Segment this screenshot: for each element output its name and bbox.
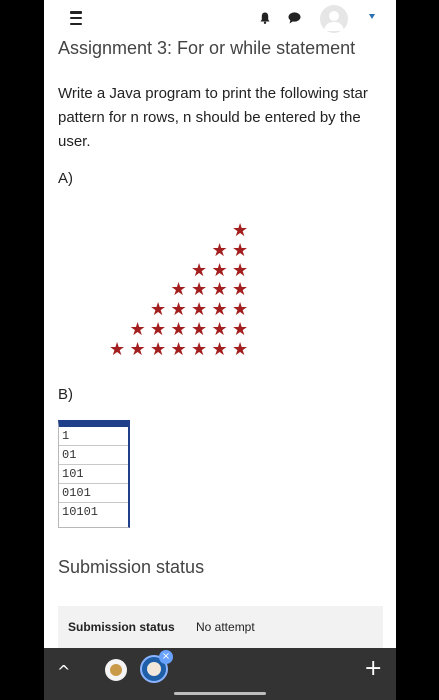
star-glyph: ★ <box>129 319 146 340</box>
star-glyph: ★ <box>232 299 249 321</box>
caret-down-icon[interactable] <box>369 14 375 19</box>
part-b-label: B) <box>58 386 73 403</box>
hamburger-icon[interactable] <box>70 11 82 25</box>
star-glyph: ★ <box>211 279 228 301</box>
star-glyph: ★ <box>170 299 187 321</box>
star-glyph: ★ <box>232 279 249 301</box>
star-glyph: ★ <box>129 338 146 360</box>
star-glyph: ★ <box>150 319 167 340</box>
star-glyph: ★ <box>191 279 208 301</box>
part-a-label: A) <box>58 170 73 187</box>
question-text: Write a Java program to print the follow… <box>58 85 368 150</box>
binary-pattern-box: 1 01 101 0101 10101 <box>58 420 130 528</box>
status-key: Submission status <box>68 620 175 634</box>
page-title: Assignment 3: For or while statement <box>58 38 356 58</box>
chevron-up-icon[interactable]: ^ <box>57 662 70 681</box>
pattern-line: 0101 <box>59 484 128 503</box>
star-glyph: ★ <box>170 279 187 301</box>
chat-bubble-icon[interactable] <box>288 12 301 24</box>
star-glyph: ★ <box>232 259 249 281</box>
top-bar <box>44 0 396 36</box>
star-glyph: ★ <box>191 259 208 281</box>
star-glyph: ★ <box>170 338 187 360</box>
avatar-icon[interactable] <box>320 5 348 33</box>
star-glyph: ★ <box>109 338 126 360</box>
bottom-nav-bar: ^ × + <box>44 648 396 700</box>
plus-icon[interactable]: + <box>364 656 382 681</box>
pattern-line: 1 <box>59 427 128 446</box>
star-glyph: ★ <box>150 299 167 321</box>
pattern-line: 10101 <box>62 505 99 519</box>
star-glyph: ★ <box>170 319 187 340</box>
active-app-icon[interactable]: × <box>140 650 173 683</box>
app-shortcut-icon[interactable] <box>105 659 127 681</box>
home-indicator[interactable] <box>174 692 266 695</box>
star-glyph: ★ <box>211 319 228 340</box>
bell-icon[interactable] <box>260 12 270 24</box>
star-glyph: ★ <box>232 220 249 241</box>
star-glyph: ★ <box>211 239 228 261</box>
app-screen: Assignment 3: For or while statement Wri… <box>44 0 396 700</box>
star-glyph: ★ <box>191 299 208 321</box>
pattern-line: 01 <box>59 446 128 465</box>
star-glyph: ★ <box>211 299 228 321</box>
pattern-line: 101 <box>59 465 128 484</box>
star-glyph: ★ <box>191 319 208 340</box>
star-glyph: ★ <box>232 319 249 340</box>
submission-heading: Submission status <box>58 557 205 577</box>
close-badge-icon[interactable]: × <box>159 650 173 664</box>
star-glyph: ★ <box>211 259 228 281</box>
star-glyph: ★ <box>191 338 208 360</box>
submission-status-row: Submission status No attempt <box>58 606 383 648</box>
star-glyph: ★ <box>232 338 249 360</box>
star-glyph: ★ <box>232 239 249 261</box>
status-value: No attempt <box>196 620 255 634</box>
star-glyph: ★ <box>211 338 228 360</box>
star-glyph: ★ <box>150 338 167 360</box>
